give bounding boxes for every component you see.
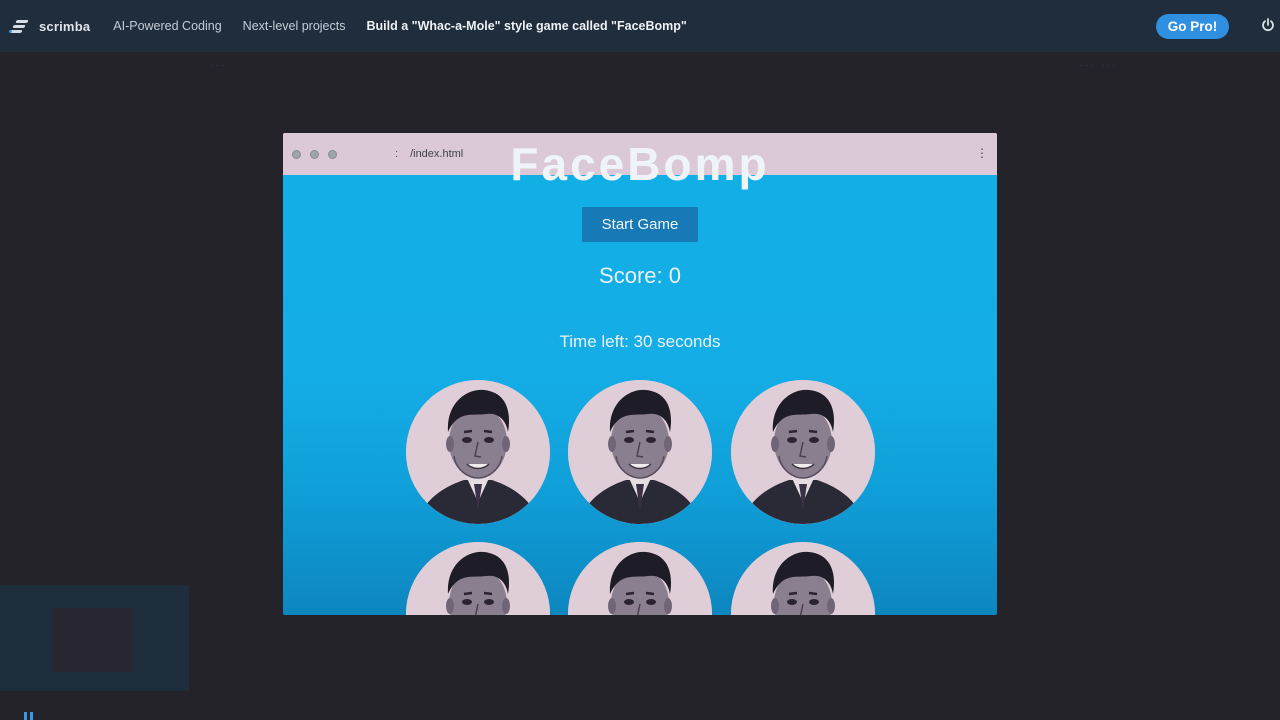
faint-overlay-text: · · · · · · — [1080, 60, 1116, 70]
scrimba-logo-icon — [9, 17, 31, 35]
mole-hole-2[interactable] — [568, 380, 712, 524]
face-image — [731, 542, 875, 615]
breadcrumb-ai-powered-coding[interactable]: AI-Powered Coding — [113, 19, 221, 33]
webcam-video — [53, 608, 133, 672]
go-pro-button[interactable]: Go Pro! — [1156, 14, 1229, 39]
faint-overlay-text: · · · — [210, 60, 224, 70]
webcam-panel — [0, 585, 189, 691]
score-display: Score: 0 — [599, 263, 681, 288]
brand-name: scrimba — [39, 18, 91, 34]
game-viewport: FaceBomp Start Game Score: 0 Time left: … — [283, 138, 997, 615]
top-nav-bar: scrimba AI-Powered Coding Next-level pro… — [0, 0, 1280, 52]
breadcrumb-current-lesson: Build a "Whac-a-Mole" style game called … — [366, 19, 687, 33]
game-title: FaceBomp — [510, 138, 770, 190]
face-image — [568, 380, 712, 524]
mole-hole-5[interactable] — [568, 542, 712, 615]
pause-icon[interactable] — [24, 712, 36, 720]
face-image — [568, 542, 712, 615]
mole-hole-4[interactable] — [406, 542, 550, 615]
scrimba-logo[interactable]: scrimba — [9, 17, 90, 35]
face-image — [406, 380, 550, 524]
start-game-button[interactable]: Start Game — [582, 207, 698, 242]
mole-hole-1[interactable] — [406, 380, 550, 524]
power-icon[interactable] — [1261, 18, 1275, 32]
browser-preview-window: : /index.html ⋮ FaceBomp Start Game Scor… — [283, 133, 997, 615]
mole-hole-6[interactable] — [731, 542, 875, 615]
timer-display: Time left: 30 seconds — [559, 332, 721, 351]
breadcrumb-next-level-projects[interactable]: Next-level projects — [243, 19, 346, 33]
face-image — [406, 542, 550, 615]
face-image — [731, 380, 875, 524]
mole-hole-3[interactable] — [731, 380, 875, 524]
